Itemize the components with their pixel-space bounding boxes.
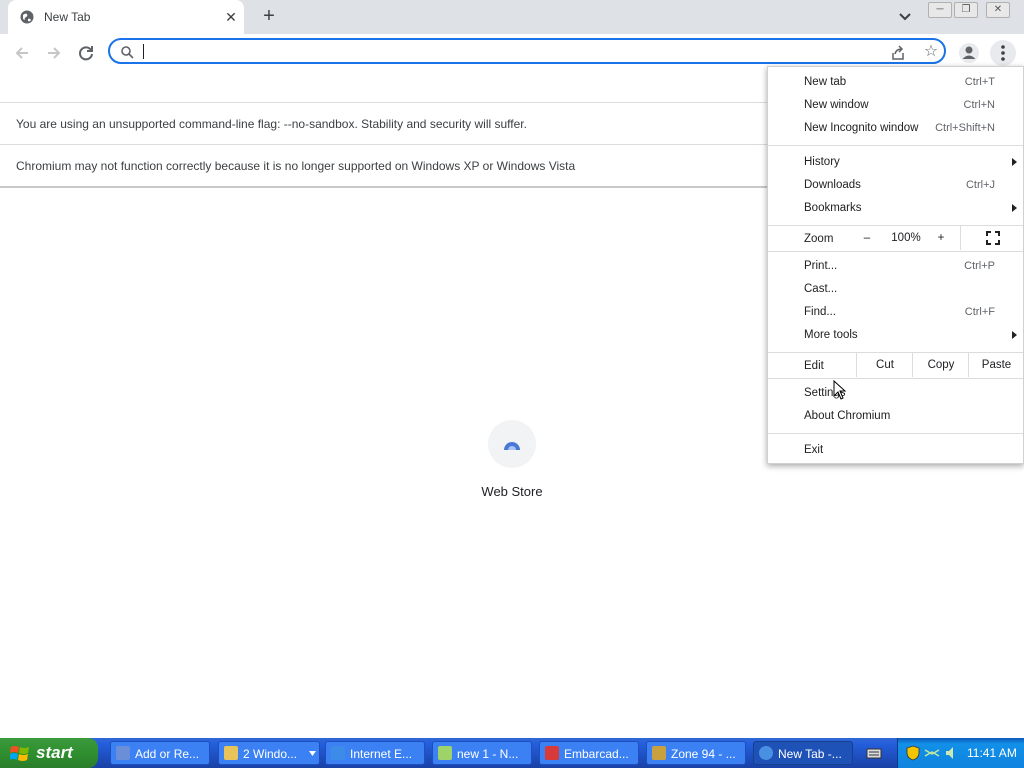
menu-item-find[interactable]: Find... Ctrl+F <box>768 302 1023 325</box>
ie-icon <box>331 746 345 760</box>
network-icon[interactable] <box>924 746 940 760</box>
mouse-cursor-icon <box>833 380 847 400</box>
address-bar[interactable]: ☆ <box>108 38 946 64</box>
menu-item-bookmarks[interactable]: Bookmarks <box>768 198 1023 221</box>
search-icon <box>121 46 134 59</box>
fullscreen-button[interactable] <box>960 226 1024 250</box>
globe-icon <box>20 10 34 24</box>
menu-item-new-incognito[interactable]: New Incognito window Ctrl+Shift+N <box>768 118 1023 141</box>
fullscreen-icon <box>985 230 1000 245</box>
taskbar-item-notepad[interactable]: new 1 - N... <box>432 741 532 765</box>
app-menu: New tab Ctrl+T New window Ctrl+N New Inc… <box>767 66 1024 464</box>
keyboard-icon[interactable] <box>866 746 882 760</box>
menu-item-cast[interactable]: Cast... <box>768 279 1023 302</box>
reload-icon[interactable] <box>75 42 97 64</box>
tab-title: New Tab <box>44 10 91 24</box>
zone-icon <box>652 746 666 760</box>
taskbar: start Add or Re... 2 Windo... Internet E… <box>0 738 1024 768</box>
security-shield-icon[interactable] <box>906 745 920 761</box>
menu-separator <box>768 378 1023 379</box>
folder-icon <box>224 746 238 760</box>
control-panel-icon <box>116 746 130 760</box>
close-window-button[interactable]: ✕ <box>986 2 1010 18</box>
infobar-text: Chromium may not function correctly beca… <box>16 159 576 173</box>
embarcadero-icon <box>545 746 559 760</box>
menu-item-more-tools[interactable]: More tools <box>768 325 1023 348</box>
web-store-shortcut[interactable] <box>488 420 536 468</box>
clock[interactable]: 11:41 AM <box>967 746 1017 760</box>
menu-row-zoom: Zoom – 100% + <box>768 226 1023 250</box>
restore-button[interactable]: ❐ <box>954 2 978 18</box>
tab-strip: New Tab ✕ + ─ ❐ ✕ <box>0 0 1024 34</box>
profile-icon[interactable] <box>958 42 980 64</box>
submenu-arrow-icon <box>1012 331 1017 339</box>
menu-item-print[interactable]: Print... Ctrl+P <box>768 256 1023 279</box>
zoom-out-button[interactable]: – <box>856 226 878 250</box>
start-button[interactable]: start <box>0 738 98 768</box>
menu-item-settings[interactable]: Settings <box>768 383 1023 406</box>
start-label: start <box>36 743 73 762</box>
taskbar-item-embarcadero[interactable]: Embarcad... <box>539 741 639 765</box>
tab-close-icon[interactable]: ✕ <box>222 8 240 26</box>
menu-item-new-tab[interactable]: New tab Ctrl+T <box>768 72 1023 95</box>
taskbar-item-windows-group[interactable]: 2 Windo... <box>218 741 320 765</box>
menu-separator <box>768 251 1023 252</box>
taskbar-item-new-tab[interactable]: New Tab -... <box>753 741 853 765</box>
menu-item-about[interactable]: About Chromium <box>768 406 1023 429</box>
taskbar-item-add-remove[interactable]: Add or Re... <box>110 741 210 765</box>
copy-button[interactable]: Copy <box>912 353 969 377</box>
system-tray: 11:41 AM <box>897 738 1024 768</box>
infobar-text: You are using an unsupported command-lin… <box>16 117 527 131</box>
submenu-arrow-icon <box>1012 158 1017 166</box>
new-tab-button[interactable]: + <box>258 6 280 28</box>
address-input[interactable] <box>142 43 862 59</box>
tab-new-tab[interactable]: New Tab ✕ <box>8 0 244 34</box>
menu-button[interactable] <box>990 40 1016 66</box>
menu-item-exit[interactable]: Exit <box>768 440 1023 463</box>
menu-item-history[interactable]: History <box>768 152 1023 175</box>
chevron-down-icon[interactable] <box>896 8 914 26</box>
notepad-icon <box>438 746 452 760</box>
windows-logo-icon <box>10 746 29 761</box>
zoom-level: 100% <box>891 232 921 244</box>
cut-button[interactable]: Cut <box>856 353 913 377</box>
zoom-in-button[interactable]: + <box>930 226 952 250</box>
share-icon[interactable] <box>890 45 906 61</box>
minimize-button[interactable]: ─ <box>928 2 952 18</box>
menu-separator <box>768 145 1023 146</box>
menu-row-edit: Edit Cut Copy Paste <box>768 353 1023 377</box>
back-icon[interactable] <box>12 42 34 64</box>
paste-button[interactable]: Paste <box>968 353 1024 377</box>
web-store-icon <box>504 442 520 450</box>
volume-icon[interactable] <box>944 745 958 761</box>
bookmark-star-icon[interactable]: ☆ <box>922 43 940 61</box>
more-vert-icon <box>1001 45 1005 61</box>
menu-item-new-window[interactable]: New window Ctrl+N <box>768 95 1023 118</box>
submenu-arrow-icon <box>1012 204 1017 212</box>
menu-item-downloads[interactable]: Downloads Ctrl+J <box>768 175 1023 198</box>
chevron-down-icon <box>309 751 316 756</box>
web-store-label: Web Store <box>481 484 543 499</box>
forward-icon[interactable] <box>42 42 64 64</box>
chromium-icon <box>759 746 773 760</box>
menu-separator <box>768 433 1023 434</box>
text-caret <box>143 44 144 59</box>
taskbar-item-internet-explorer[interactable]: Internet E... <box>325 741 425 765</box>
taskbar-item-zone94[interactable]: Zone 94 - ... <box>646 741 746 765</box>
